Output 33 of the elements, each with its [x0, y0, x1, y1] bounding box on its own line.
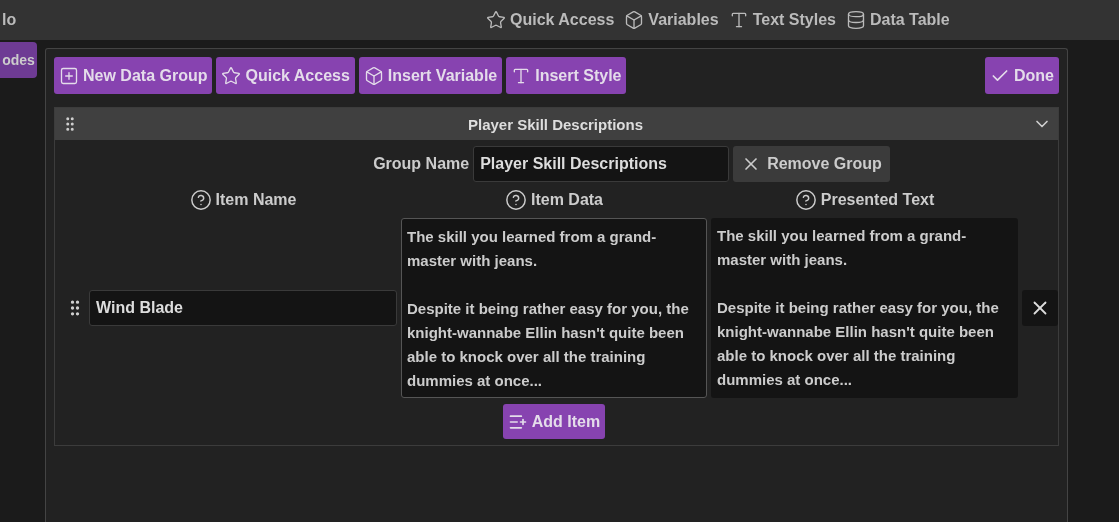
- column-header: Item Name: [89, 182, 397, 218]
- presented-text: The skill you learned from a grand-master with jeans. Despite it being rather easy for you, the knight-wannabe Ellin hasn't quite been able to knock over all the training dummies at once...: [711, 218, 1018, 398]
- app-title: lo: [1, 11, 18, 29]
- remove-group-button[interactable]: Remove Group: [733, 146, 890, 182]
- nodes-button[interactable]: odes: [0, 42, 37, 78]
- star-icon: [486, 10, 506, 30]
- nav-link[interactable]: Data Table: [845, 10, 950, 30]
- cube-icon: [363, 65, 384, 86]
- toolbar-button[interactable]: Insert Style: [506, 57, 627, 94]
- star-icon: [221, 65, 242, 86]
- help-icon[interactable]: [189, 189, 212, 211]
- toolbar-button[interactable]: New Data Group: [54, 57, 213, 94]
- help-icon[interactable]: [505, 189, 527, 211]
- remove-item-button[interactable]: [1022, 290, 1058, 326]
- group-name-label: Group Name: [373, 155, 470, 173]
- done-button[interactable]: Done: [985, 57, 1059, 94]
- column-header: Presented Text: [711, 182, 1018, 218]
- item-data-field[interactable]: The skill you learned from a grand-master with jeans. Despite it being rather easy for you, the knight-wannabe Ellin hasn't quite been able to knock over all the training dummies at once...: [401, 218, 707, 398]
- toolbar-button[interactable]: Insert Variable: [358, 57, 503, 94]
- nav-link[interactable]: Quick Access: [486, 10, 615, 30]
- database-icon: [845, 10, 866, 30]
- add-item-button[interactable]: Add Item: [502, 404, 606, 439]
- plus-square-icon: [59, 65, 79, 86]
- nav-link[interactable]: Variables: [624, 10, 719, 30]
- item-name-field[interactable]: Wind Blade: [89, 290, 397, 326]
- group-title: Player Skill Descriptions: [466, 115, 645, 133]
- group-header[interactable]: Player Skill Descriptions: [55, 108, 1058, 140]
- cube-icon: [624, 10, 645, 30]
- toolbar-button[interactable]: Quick Access: [216, 57, 355, 94]
- group-name-field[interactable]: Player Skill Descriptions: [473, 146, 730, 182]
- help-icon[interactable]: [794, 189, 817, 211]
- column-header: Item Data: [401, 182, 707, 218]
- nav-link[interactable]: Text Styles: [728, 10, 836, 30]
